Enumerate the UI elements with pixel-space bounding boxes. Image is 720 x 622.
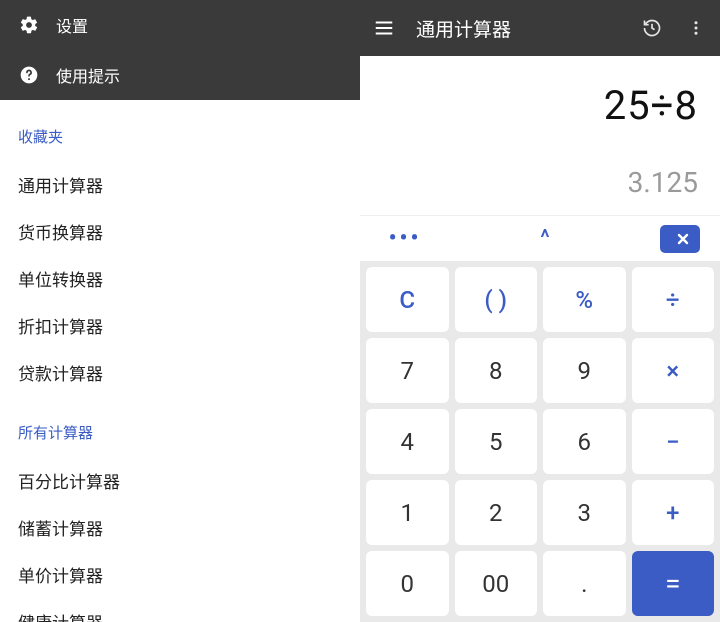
- key-9[interactable]: 9: [543, 338, 626, 403]
- key-divide[interactable]: ÷: [632, 267, 715, 332]
- drawer-tips[interactable]: 使用提示: [0, 50, 360, 100]
- favorites-heading: 收藏夹: [18, 126, 342, 147]
- key-00[interactable]: 00: [455, 551, 538, 616]
- drawer-settings[interactable]: 设置: [0, 0, 360, 50]
- expression: 25÷8: [604, 86, 698, 126]
- drawer-item[interactable]: 贷款计算器: [18, 349, 342, 396]
- key-add[interactable]: +: [632, 480, 715, 545]
- more-icon[interactable]: [684, 16, 708, 40]
- keypad: C ( ) % ÷ 7 8 9 × 4 5 6 − 1 2 3 + 0 00 .…: [360, 261, 720, 622]
- key-equals[interactable]: =: [632, 551, 715, 616]
- key-8[interactable]: 8: [455, 338, 538, 403]
- drawer-item[interactable]: 货币换算器: [18, 208, 342, 255]
- key-subtract[interactable]: −: [632, 409, 715, 474]
- key-6[interactable]: 6: [543, 409, 626, 474]
- history-icon[interactable]: [640, 16, 664, 40]
- app-header: 通用计算器: [360, 0, 720, 56]
- drawer-item[interactable]: 单价计算器: [18, 551, 342, 598]
- drawer-item[interactable]: 折扣计算器: [18, 302, 342, 349]
- settings-label: 设置: [56, 13, 88, 37]
- key-paren[interactable]: ( ): [455, 267, 538, 332]
- backspace-button[interactable]: [660, 225, 700, 253]
- all-calculators-heading: 所有计算器: [18, 422, 342, 443]
- key-power[interactable]: ^: [520, 226, 570, 251]
- key-0[interactable]: 0: [366, 551, 449, 616]
- drawer-item[interactable]: 百分比计算器: [18, 457, 342, 504]
- gear-icon: [18, 14, 40, 36]
- key-1[interactable]: 1: [366, 480, 449, 545]
- display-toolbar: ••• ^: [360, 215, 720, 261]
- drawer-item[interactable]: 通用计算器: [18, 161, 342, 208]
- drawer-item[interactable]: 健康计算器: [18, 598, 342, 622]
- calculator-app: 通用计算器 25÷8 3.125 ••• ^ C ( ) % ÷ 7 8 9 ×…: [360, 0, 720, 622]
- key-percent[interactable]: %: [543, 267, 626, 332]
- result: 3.125: [628, 166, 698, 199]
- tips-label: 使用提示: [56, 63, 120, 87]
- key-3[interactable]: 3: [543, 480, 626, 545]
- drawer-item[interactable]: 单位转换器: [18, 255, 342, 302]
- more-functions-icon[interactable]: •••: [380, 226, 430, 251]
- key-multiply[interactable]: ×: [632, 338, 715, 403]
- menu-icon[interactable]: [372, 16, 396, 40]
- page-title: 通用计算器: [416, 15, 620, 42]
- key-2[interactable]: 2: [455, 480, 538, 545]
- key-dot[interactable]: .: [543, 551, 626, 616]
- display: 25÷8 3.125: [360, 56, 720, 215]
- key-5[interactable]: 5: [455, 409, 538, 474]
- drawer-item[interactable]: 储蓄计算器: [18, 504, 342, 551]
- key-4[interactable]: 4: [366, 409, 449, 474]
- key-clear[interactable]: C: [366, 267, 449, 332]
- key-7[interactable]: 7: [366, 338, 449, 403]
- navigation-drawer: 设置 使用提示 收藏夹 通用计算器 货币换算器 单位转换器 折扣计算器 贷款计算…: [0, 0, 360, 622]
- help-icon: [18, 64, 40, 86]
